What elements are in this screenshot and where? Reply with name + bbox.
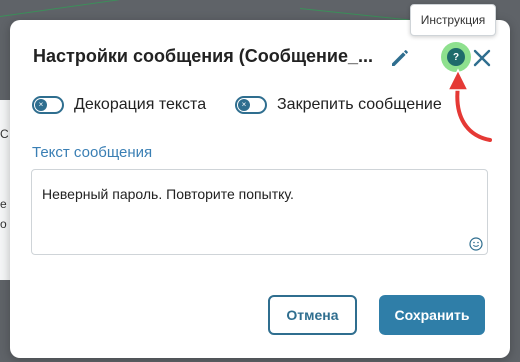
toggle-pin-message: × Закрепить сообщение	[235, 96, 442, 114]
background-link-line	[0, 0, 119, 17]
emoji-icon[interactable]	[469, 237, 483, 251]
save-button[interactable]: Сохранить	[379, 295, 485, 335]
toggle-knob: ×	[238, 99, 250, 111]
message-text-input[interactable]: Неверный пароль. Повторите попытку.	[31, 169, 488, 255]
help-tooltip: Инструкция	[410, 4, 496, 36]
pencil-icon[interactable]	[388, 46, 412, 70]
background-text: о	[0, 217, 7, 231]
cancel-button[interactable]: Отмена	[268, 295, 357, 335]
pin-message-toggle[interactable]: ×	[235, 96, 267, 114]
toggle-label: Декорация текста	[74, 96, 207, 113]
toggle-label: Закрепить сообщение	[277, 96, 442, 113]
background-link-line	[299, 8, 410, 21]
help-icon[interactable]: ?	[441, 42, 471, 72]
text-decoration-toggle[interactable]: ×	[32, 96, 64, 114]
close-icon[interactable]	[469, 45, 495, 71]
message-text-label: Текст сообщения	[32, 144, 153, 161]
toggle-text-decoration: × Декорация текста	[32, 96, 206, 114]
message-settings-dialog: Настройки сообщения (Сообщение_... ? × Д…	[10, 20, 510, 358]
background-text: е	[0, 197, 7, 211]
message-text-value: Неверный пароль. Повторите попытку.	[42, 186, 294, 202]
dialog-title: Настройки сообщения (Сообщение_...	[33, 46, 373, 66]
help-glyph: ?	[447, 48, 465, 66]
toggle-knob: ×	[35, 99, 47, 111]
background-text: С	[0, 127, 9, 141]
